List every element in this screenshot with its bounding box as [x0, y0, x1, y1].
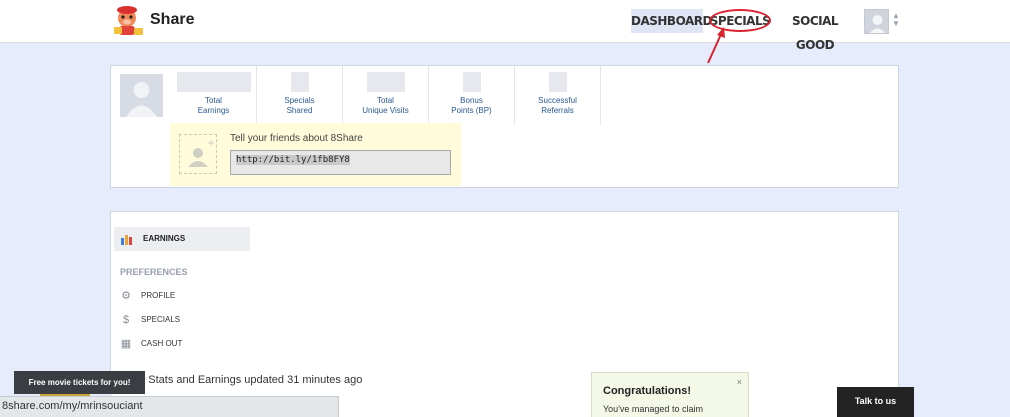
sidebar-item-earnings[interactable]: EARNINGS: [114, 227, 250, 251]
referral-link-text: http://bit.ly/1fb8FY8: [236, 155, 350, 165]
brand-name[interactable]: Share: [150, 11, 194, 29]
close-icon[interactable]: ×: [737, 377, 742, 387]
notification-body: You've managed to claim: [603, 404, 703, 414]
stat-specials-shared: Specials Shared: [257, 66, 343, 125]
stat-label: Total Earnings: [197, 96, 230, 115]
referral-link-field[interactable]: http://bit.ly/1fb8FY8: [230, 150, 451, 175]
profile-summary-panel: Total Earnings Specials Shared Total Uni…: [110, 65, 899, 188]
talk-to-us-button[interactable]: Talk to us: [837, 387, 914, 417]
status-bar-url: 8share.com/my/mrinsouciant: [0, 396, 339, 417]
invite-title: Tell your friends about 8Share: [230, 133, 363, 144]
congratulations-notification: × Congratulations! You've managed to cla…: [591, 372, 749, 417]
user-avatar[interactable]: [864, 9, 889, 34]
stat-label: Total Unique Visits: [362, 96, 409, 115]
sidebar-item-label: SPECIALS: [141, 315, 181, 324]
stats-row: Total Earnings Specials Shared Total Uni…: [171, 66, 601, 125]
nav-social-good[interactable]: SOCIAL GOOD: [783, 9, 847, 52]
profile-picture[interactable]: [120, 74, 163, 117]
preferences-heading: PREFERENCES: [120, 267, 188, 277]
annotation-arrow-icon: [707, 27, 725, 64]
stat-value-redacted: [366, 72, 405, 92]
sidebar-item-label: EARNINGS: [143, 234, 186, 243]
stat-label: Specials Shared: [284, 96, 315, 115]
promo-banner[interactable]: Free movie tickets for you!: [14, 371, 145, 394]
add-friend-icon[interactable]: +: [179, 134, 217, 174]
bar-chart-icon: [121, 235, 132, 245]
stat-bonus-points: Bonus Points (BP): [429, 66, 515, 125]
nav-dashboard[interactable]: DASHBOARD: [631, 9, 712, 33]
sidebar-item-label: CASH OUT: [141, 339, 183, 348]
account-panel: EARNINGS PREFERENCES ⚙ PROFILE $ SPECIAL…: [110, 211, 899, 417]
notification-title: Congratulations!: [603, 385, 691, 397]
top-header: Share DASHBOARD SPECIALS SOCIAL GOOD ▲ ▼: [0, 0, 1010, 52]
invite-friends-box: + Tell your friends about 8Share http://…: [170, 123, 461, 186]
svg-text:+: +: [207, 138, 215, 149]
stat-value-redacted: [462, 72, 481, 92]
stat-successful-referrals: Successful Referrals: [515, 66, 601, 125]
gear-icon: ⚙: [121, 290, 131, 302]
account-dropdown-caret-icon[interactable]: ▲ ▼: [892, 12, 900, 28]
stat-label: Bonus Points (BP): [451, 96, 492, 115]
stat-value-redacted: [290, 72, 309, 92]
stats-updated-text: Your Stats and Earnings updated 31 minut…: [123, 374, 363, 386]
stat-label: Successful Referrals: [538, 96, 577, 115]
dollar-icon: $: [122, 314, 130, 326]
logo-mascot-icon[interactable]: [110, 4, 146, 38]
stat-value-redacted: [548, 72, 567, 92]
stat-value-redacted: [176, 72, 251, 92]
stat-unique-visits: Total Unique Visits: [343, 66, 429, 125]
stat-total-earnings: Total Earnings: [171, 66, 257, 125]
sidebar-item-label: PROFILE: [141, 291, 176, 300]
cash-register-icon: ▦: [120, 338, 132, 350]
